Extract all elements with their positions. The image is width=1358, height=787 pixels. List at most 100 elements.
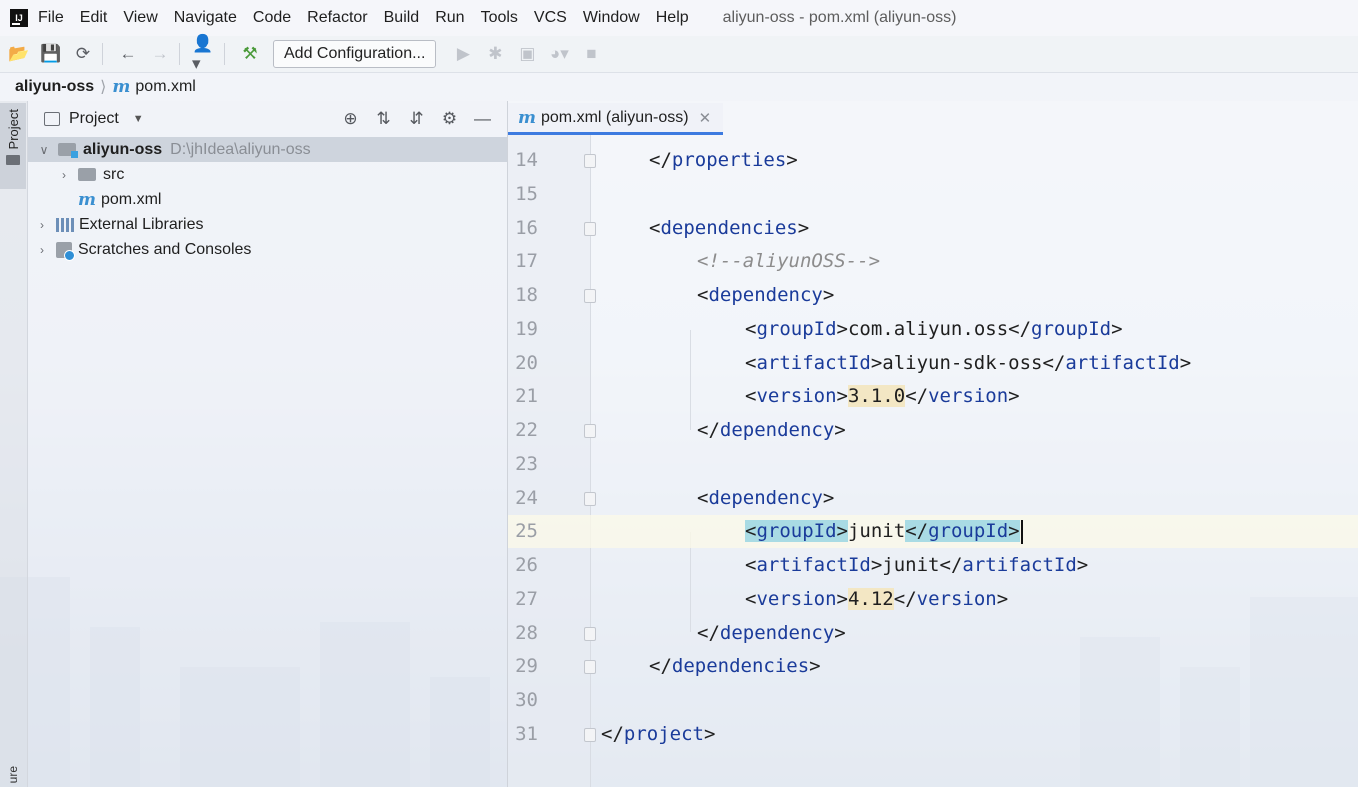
project-tool-tab[interactable]: Project	[0, 103, 26, 189]
fold-marker-icon[interactable]	[584, 727, 596, 742]
code-line[interactable]: 22 </dependency>	[508, 414, 1358, 447]
main-toolbar: 📂 💾 ⟳ ← → 👤▾ ⚒ Add Configuration... ▶ ✱ …	[0, 34, 1358, 73]
code-text: <groupId>junit</groupId>	[745, 515, 1023, 548]
tree-item-external-libraries[interactable]: › External Libraries	[28, 212, 507, 237]
code-text: <artifactId>aliyun-sdk-oss</artifactId>	[745, 351, 1192, 374]
tree-item-pom[interactable]: m pom.xml	[28, 187, 507, 212]
menu-tools[interactable]: Tools	[481, 9, 518, 27]
chevron-right-icon[interactable]: ›	[36, 218, 48, 232]
open-folder-icon[interactable]: 📂	[6, 41, 32, 67]
code-line[interactable]: 21 <version>3.1.0</version>	[508, 380, 1358, 413]
menu-refactor[interactable]: Refactor	[307, 9, 367, 27]
profile-icon[interactable]: ◕▾	[546, 41, 572, 67]
line-number: 26	[515, 554, 538, 576]
code-text: </dependencies>	[649, 655, 821, 678]
menu-edit[interactable]: Edit	[80, 9, 108, 27]
code-line[interactable]: 15	[508, 178, 1358, 211]
chevron-down-icon[interactable]: ∨	[38, 143, 50, 157]
line-number: 22	[515, 419, 538, 441]
tree-item-src[interactable]: › src	[28, 162, 507, 187]
code-line[interactable]: 30	[508, 684, 1358, 717]
menu-navigate[interactable]: Navigate	[174, 9, 237, 27]
user-dropdown-icon[interactable]: 👤▾	[192, 34, 218, 73]
code-line[interactable]: 19 <groupId>com.aliyun.oss</groupId>	[508, 313, 1358, 346]
coverage-icon[interactable]: ▣	[514, 41, 540, 67]
line-number: 20	[515, 351, 538, 374]
code-line[interactable]: 16 <dependencies>	[508, 212, 1358, 245]
debug-icon[interactable]: ✱	[482, 41, 508, 67]
stop-icon[interactable]: ■	[578, 41, 604, 67]
menu-build[interactable]: Build	[384, 9, 420, 27]
structure-tool-tab[interactable]: ure	[6, 766, 20, 783]
build-hammer-icon[interactable]: ⚒	[237, 41, 263, 67]
breadcrumb-file[interactable]: pom.xml	[135, 78, 195, 96]
code-line[interactable]: 24 <dependency>	[508, 482, 1358, 515]
line-number: 31	[515, 722, 538, 745]
forward-arrow-icon[interactable]: →	[147, 41, 173, 67]
project-panel-title[interactable]: Project	[69, 110, 119, 128]
code-editor: m pom.xml (aliyun-oss) ✕ 14 </properties>…	[508, 101, 1358, 787]
code-line[interactable]: 26 <artifactId>junit</artifactId>	[508, 549, 1358, 582]
menu-file[interactable]: File	[38, 9, 64, 27]
tree-item-label: src	[103, 165, 125, 183]
code-text: <dependencies>	[649, 216, 810, 239]
chevron-right-icon[interactable]: ›	[58, 168, 70, 182]
code-line[interactable]: 20 <artifactId>aliyun-sdk-oss</artifactId…	[508, 347, 1358, 380]
toolbar-divider	[179, 43, 180, 65]
code-text: </properties>	[649, 149, 798, 171]
fold-marker-icon[interactable]	[584, 221, 596, 236]
folder-icon	[78, 168, 96, 181]
code-line[interactable]: 14 </properties>	[508, 144, 1358, 177]
tree-item-aliyun-oss[interactable]: ∨ aliyun-oss D:\jhIdea\aliyun-oss	[28, 137, 507, 162]
save-all-icon[interactable]: 💾	[38, 41, 64, 67]
line-number: 14	[515, 149, 538, 171]
fold-marker-icon[interactable]	[584, 491, 596, 506]
code-text: <groupId>com.aliyun.oss</groupId>	[745, 317, 1123, 340]
tree-item-scratches[interactable]: › Scratches and Consoles	[28, 237, 507, 262]
menu-run[interactable]: Run	[435, 9, 464, 27]
code-line[interactable]: 18 <dependency>	[508, 279, 1358, 312]
left-tool-strip: Project ure	[0, 101, 28, 787]
code-line[interactable]: 17 <!--aliyunOSS-->	[508, 245, 1358, 278]
line-number: 15	[515, 182, 538, 205]
fold-marker-icon[interactable]	[584, 154, 596, 168]
menu-window[interactable]: Window	[583, 9, 640, 27]
line-number: 30	[515, 689, 538, 711]
gear-icon[interactable]: ⚙	[433, 109, 466, 129]
fold-marker-icon[interactable]	[584, 660, 596, 675]
menu-code[interactable]: Code	[253, 9, 291, 27]
maven-icon: m	[518, 107, 536, 128]
intellij-logo-icon: IJ	[10, 9, 28, 27]
module-path: D:\jhIdea\aliyun-oss	[170, 140, 311, 158]
fold-marker-icon[interactable]	[584, 626, 596, 641]
sync-icon[interactable]: ⟳	[70, 41, 96, 67]
run-icon[interactable]: ▶	[450, 41, 476, 67]
code-line[interactable]: 27 <version>4.12</version>	[508, 583, 1358, 616]
hide-panel-icon[interactable]: —	[466, 109, 499, 129]
fold-marker-icon[interactable]	[584, 289, 596, 303]
menu-help[interactable]: Help	[656, 9, 689, 27]
menu-vcs[interactable]: VCS	[534, 9, 567, 27]
breadcrumb-project[interactable]: aliyun-oss	[15, 78, 94, 96]
line-number: 18	[515, 284, 538, 306]
back-arrow-icon[interactable]: ←	[115, 41, 141, 67]
chevron-down-icon[interactable]: ▼	[133, 113, 144, 125]
line-number: 17	[515, 250, 538, 273]
chevron-right-icon[interactable]: ›	[36, 243, 48, 257]
window-title: aliyun-oss - pom.xml (aliyun-oss)	[722, 9, 957, 26]
maven-icon: m	[78, 189, 96, 210]
code-line[interactable]: 28 </dependency>	[508, 617, 1358, 650]
code-line[interactable]: 31 </project>	[508, 718, 1358, 751]
code-line[interactable]: 25 <groupId>junit</groupId>	[508, 515, 1358, 549]
expand-all-icon[interactable]: ⇅	[367, 109, 400, 129]
close-icon[interactable]: ✕	[699, 109, 712, 127]
locate-file-icon[interactable]: ⊕	[334, 109, 367, 129]
fold-marker-icon[interactable]	[584, 424, 596, 438]
toolbar-divider	[102, 43, 103, 65]
editor-tab-pom[interactable]: m pom.xml (aliyun-oss) ✕	[508, 103, 724, 135]
collapse-all-icon[interactable]: ⇵	[400, 109, 433, 129]
code-line[interactable]: 23	[508, 448, 1358, 481]
code-line[interactable]: 29 </dependencies>	[508, 650, 1358, 683]
menu-view[interactable]: View	[123, 9, 157, 27]
add-configuration-button[interactable]: Add Configuration...	[273, 40, 437, 68]
